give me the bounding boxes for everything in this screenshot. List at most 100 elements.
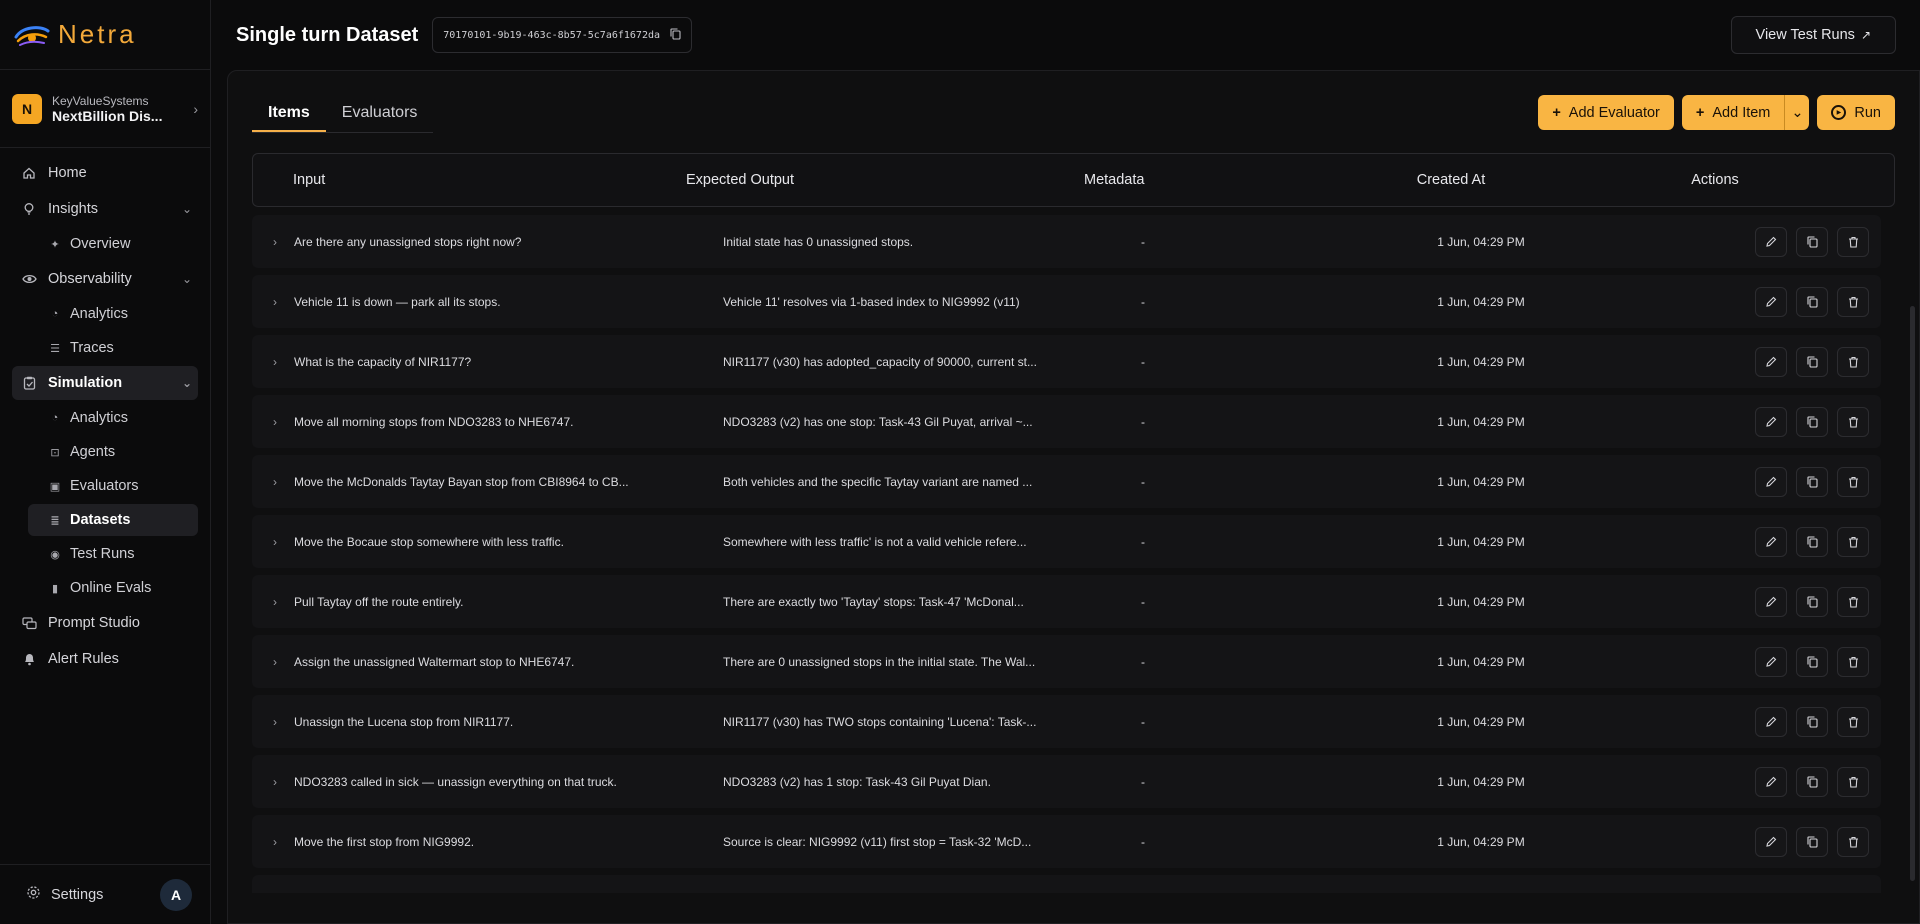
sidebar-item-simulation-analytics[interactable]: ◔ Analytics	[28, 402, 198, 434]
edit-icon[interactable]	[1755, 646, 1787, 677]
trash-icon[interactable]	[1837, 826, 1869, 857]
trash-icon[interactable]	[1837, 586, 1869, 617]
sidebar-item-observability-analytics[interactable]: ◔ Analytics	[28, 298, 198, 330]
sidebar-item-label: Prompt Studio	[48, 615, 140, 631]
tab-bar: Items Evaluators	[252, 89, 434, 133]
copy-icon[interactable]	[1796, 646, 1828, 677]
add-item-dropdown-button[interactable]: ⌄	[1784, 95, 1810, 130]
chevron-right-icon[interactable]: ›	[252, 295, 292, 309]
sparkles-icon: ✦	[50, 238, 60, 251]
edit-icon[interactable]	[1755, 406, 1787, 437]
copy-icon[interactable]	[1796, 766, 1828, 797]
sidebar-item-traces[interactable]: ☰ Traces	[28, 332, 198, 364]
copy-icon[interactable]	[1796, 826, 1828, 857]
trash-icon[interactable]	[1837, 346, 1869, 377]
trash-icon[interactable]	[1837, 406, 1869, 437]
edit-icon[interactable]	[1755, 346, 1787, 377]
chevron-right-icon[interactable]: ›	[252, 835, 292, 849]
sidebar-item-insights[interactable]: Insights ⌄	[12, 192, 198, 226]
chevron-right-icon[interactable]: ›	[252, 235, 292, 249]
copy-icon[interactable]	[1796, 226, 1828, 257]
database-icon: ≣	[50, 514, 60, 527]
add-evaluator-button[interactable]: + Add Evaluator	[1538, 95, 1674, 130]
chevron-right-icon[interactable]: ›	[252, 595, 292, 609]
trash-icon[interactable]	[1837, 766, 1869, 797]
copy-icon[interactable]	[1796, 346, 1828, 377]
cell-input: Assign the unassigned Waltermart stop to…	[294, 654, 575, 669]
table-row[interactable]: › NDO3283 called in sick — unassign ever…	[252, 755, 1881, 808]
edit-icon[interactable]	[1755, 706, 1787, 737]
add-item-button[interactable]: + Add Item	[1681, 95, 1785, 130]
list-icon: ☰	[50, 342, 60, 355]
sidebar-item-alert-rules[interactable]: Alert Rules	[12, 642, 198, 676]
row-actions	[1571, 706, 1881, 737]
org-switcher[interactable]: N KeyValueSystems NextBillion Dis... ›	[0, 70, 210, 148]
table-row[interactable]: › Unassign the Lucena stop from NIR1177.…	[252, 695, 1881, 748]
chevron-right-icon[interactable]: ›	[252, 715, 292, 729]
copy-icon[interactable]	[1796, 286, 1828, 317]
chevron-right-icon[interactable]: ›	[252, 415, 292, 429]
settings-link[interactable]: Settings	[26, 885, 160, 904]
table-row[interactable]: › Pull Taytay off the route entirely. Th…	[252, 575, 1881, 628]
table-row[interactable]: › Move all morning stops from NDO3283 to…	[252, 395, 1881, 448]
sidebar-item-agents[interactable]: ⊡ Agents	[28, 436, 198, 468]
edit-icon[interactable]	[1755, 826, 1787, 857]
table-row[interactable]: › What is the capacity of NIR1177? NIR11…	[252, 335, 1881, 388]
add-item-label: Add Item	[1712, 104, 1771, 121]
copy-icon[interactable]	[1796, 586, 1828, 617]
sidebar-item-label: Simulation	[48, 375, 123, 391]
tab-evaluators[interactable]: Evaluators	[326, 104, 434, 132]
copy-icon[interactable]	[1796, 466, 1828, 497]
copy-icon[interactable]	[670, 27, 681, 43]
edit-icon[interactable]	[1755, 286, 1787, 317]
chevron-right-icon[interactable]: ›	[252, 475, 292, 489]
sidebar-item-home[interactable]: Home	[12, 156, 198, 190]
chevron-right-icon[interactable]: ›	[252, 655, 292, 669]
edit-icon[interactable]	[1755, 526, 1787, 557]
trash-icon[interactable]	[1837, 526, 1869, 557]
edit-icon[interactable]	[1755, 766, 1787, 797]
cell-expected-output: Source is clear: NIG9992 (v11) first sto…	[723, 834, 1032, 849]
table-row[interactable]: › Move the McDonalds Taytay Bayan stop f…	[252, 455, 1881, 508]
cell-created-at: 1 Jun, 04:29 PM	[1437, 774, 1525, 789]
edit-icon[interactable]	[1755, 586, 1787, 617]
sidebar-item-datasets[interactable]: ≣ Datasets	[28, 504, 198, 536]
sidebar-item-prompt-studio[interactable]: Prompt Studio	[12, 606, 198, 640]
sidebar-item-evaluators[interactable]: ▣ Evaluators	[28, 470, 198, 502]
chevron-right-icon[interactable]: ›	[252, 355, 292, 369]
table-row[interactable]: › Are there any unassigned stops right n…	[252, 215, 1881, 268]
chevron-right-icon[interactable]: ›	[252, 535, 292, 549]
trash-icon[interactable]	[1837, 286, 1869, 317]
pie-chart-icon: ◔	[51, 308, 59, 320]
cell-input: Vehicle 11 is down — park all its stops.	[294, 294, 501, 309]
copy-icon[interactable]	[1796, 706, 1828, 737]
table-row[interactable]: › Assign the unassigned Waltermart stop …	[252, 635, 1881, 688]
chevron-right-icon[interactable]: ›	[252, 775, 292, 789]
play-circle-icon: ▶	[1831, 105, 1847, 120]
copy-icon[interactable]	[1796, 406, 1828, 437]
scrollbar[interactable]	[1910, 306, 1915, 881]
table-row[interactable]: › Move the first stop from NIG9992. Sour…	[252, 815, 1881, 868]
sidebar-item-overview[interactable]: ✦ Overview	[28, 228, 198, 260]
tab-items[interactable]: Items	[252, 104, 326, 132]
view-test-runs-button[interactable]: View Test Runs ↗	[1730, 16, 1896, 54]
table-row[interactable]: › Vehicle 11 is down — park all its stop…	[252, 275, 1881, 328]
bot-icon: ⊡	[50, 446, 60, 459]
sidebar-item-simulation[interactable]: Simulation ⌄	[12, 366, 198, 400]
sidebar-item-observability[interactable]: Observability ⌄	[12, 262, 198, 296]
edit-icon[interactable]	[1755, 466, 1787, 497]
sidebar-item-label: Insights	[48, 201, 98, 217]
user-avatar[interactable]: A	[160, 878, 192, 911]
trash-icon[interactable]	[1837, 466, 1869, 497]
sidebar-item-test-runs[interactable]: ◉ Test Runs	[28, 538, 198, 570]
trash-icon[interactable]	[1837, 706, 1869, 737]
sidebar-item-online-evals[interactable]: ▮ Online Evals	[28, 572, 198, 604]
edit-icon[interactable]	[1755, 226, 1787, 257]
brand[interactable]: Netra	[0, 0, 210, 70]
cell-input: What is the capacity of NIR1177?	[294, 354, 472, 369]
trash-icon[interactable]	[1837, 226, 1869, 257]
copy-icon[interactable]	[1796, 526, 1828, 557]
run-button[interactable]: ▶ Run	[1817, 95, 1895, 130]
trash-icon[interactable]	[1837, 646, 1869, 677]
table-row[interactable]: › Move the Bocaue stop somewhere with le…	[252, 515, 1881, 568]
